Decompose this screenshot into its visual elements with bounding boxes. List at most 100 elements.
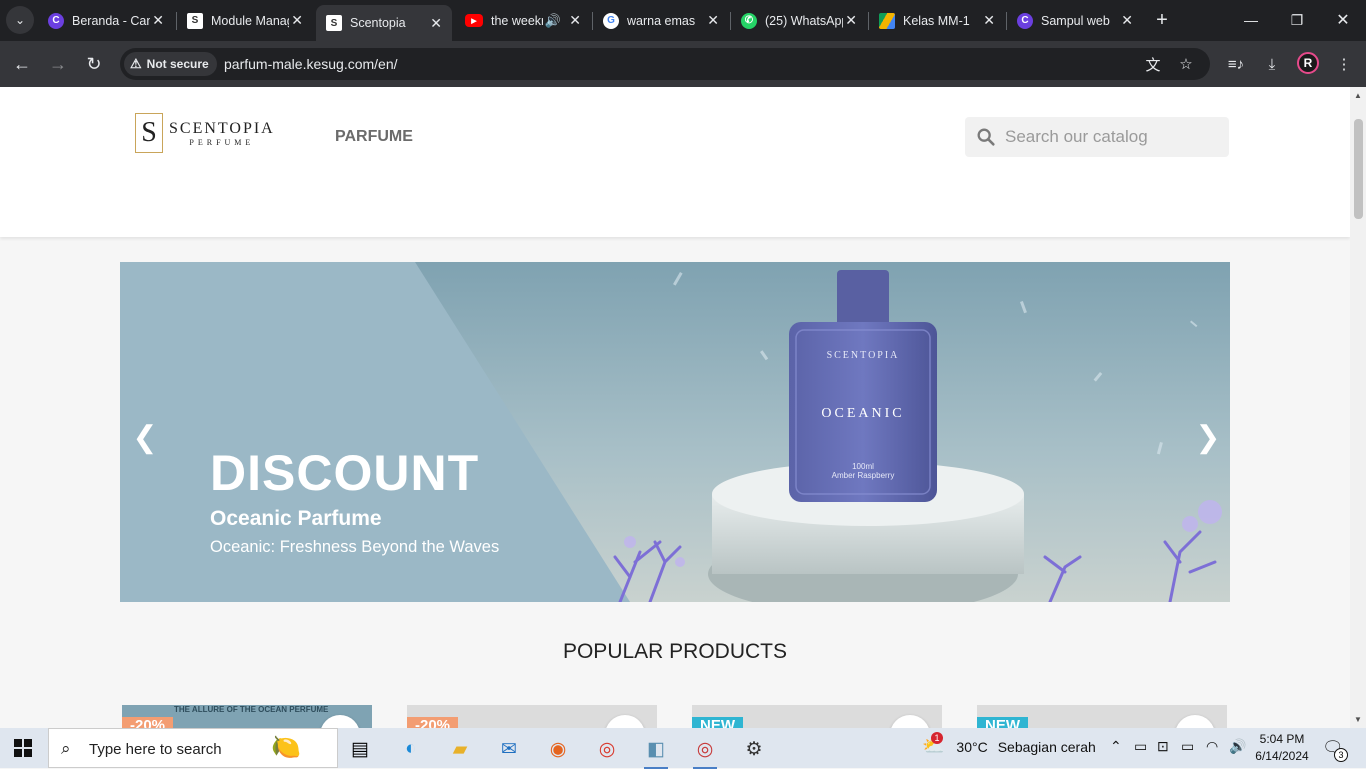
- close-icon[interactable]: ✕: [569, 12, 581, 29]
- close-icon[interactable]: ✕: [707, 12, 719, 29]
- system-clock[interactable]: 5:04 PM 6/14/2024: [1252, 731, 1312, 765]
- scroll-down-icon[interactable]: ▼: [1354, 715, 1362, 724]
- wishlist-button[interactable]: [890, 715, 930, 728]
- weather-widget[interactable]: ⛅ 1 30°C Sebagian cerah: [922, 732, 1096, 757]
- address-bar[interactable]: ⚠ Not secure parfum-male.kesug.com/en/ ⽂…: [120, 48, 1210, 80]
- speaker-icon[interactable]: 🔊: [545, 13, 561, 29]
- close-icon[interactable]: ✕: [291, 12, 303, 29]
- meet-now-icon[interactable]: ▭: [1134, 738, 1147, 755]
- url-text[interactable]: parfum-male.kesug.com/en/: [224, 56, 398, 72]
- close-icon[interactable]: ✕: [152, 12, 164, 29]
- close-icon[interactable]: ✕: [845, 12, 857, 29]
- scroll-thumb[interactable]: [1354, 119, 1363, 219]
- banner-subtitle: Oceanic Parfume: [210, 507, 382, 530]
- wishlist-button[interactable]: [605, 715, 645, 728]
- tab-google-drive[interactable]: Kelas MM-1 ✕: [869, 0, 1005, 41]
- task-view-icon[interactable]: ▤: [345, 734, 375, 764]
- google-icon: G: [603, 12, 619, 29]
- security-indicator[interactable]: ⚠ Not secure: [124, 52, 217, 76]
- window-close-icon[interactable]: ✕: [1331, 8, 1355, 32]
- forward-arrow-icon[interactable]: →: [45, 51, 71, 77]
- nav-link-parfume[interactable]: PARFUME: [335, 128, 413, 146]
- canva-icon: C: [1017, 12, 1033, 29]
- more-menu-icon[interactable]: ⋮: [1332, 52, 1356, 76]
- firefox-icon[interactable]: ◉: [543, 734, 573, 764]
- wifi-icon[interactable]: ◠: [1206, 738, 1218, 755]
- popular-products-heading: POPULAR PRODUCTS: [562, 640, 788, 663]
- app-icon[interactable]: ◧: [641, 734, 671, 769]
- tab-scentopia[interactable]: S Scentopia ✕: [316, 5, 452, 41]
- banner-prev-arrow-icon[interactable]: ❮: [130, 421, 160, 454]
- tab-module-manager[interactable]: S Module Manager ✕: [177, 0, 313, 41]
- restore-icon[interactable]: ❐: [1285, 8, 1309, 32]
- mail-icon[interactable]: ✉: [494, 734, 524, 764]
- weather-badge: 1: [931, 732, 943, 744]
- media-control-icon[interactable]: ≡♪: [1224, 52, 1248, 76]
- product-card[interactable]: NEW: [977, 705, 1227, 728]
- taskbar-search[interactable]: ⌕ Type here to search 🍋: [48, 728, 338, 768]
- weather-sun-icon: ⛅ 1: [922, 732, 945, 756]
- wishlist-button[interactable]: [320, 715, 360, 728]
- tab-youtube[interactable]: ▶ the weeknd 🔊 ✕: [455, 0, 591, 41]
- bottle-brand-text: SCENTOPIA: [827, 350, 900, 361]
- scentopia-favicon: S: [326, 15, 342, 31]
- tab-whatsapp[interactable]: ✆ (25) WhatsApp ✕: [731, 0, 867, 41]
- close-icon[interactable]: ✕: [1121, 12, 1133, 29]
- minimize-icon[interactable]: —: [1239, 8, 1263, 32]
- product-card[interactable]: THE ALLURE OF THE OCEAN PERFUME -20%: [122, 705, 372, 728]
- back-arrow-icon[interactable]: ←: [9, 51, 35, 77]
- product-card[interactable]: NEW: [692, 705, 942, 728]
- logo-mark: S: [135, 113, 163, 153]
- chrome-profile-icon[interactable]: ◎: [690, 734, 720, 769]
- browser-toolbar: ← → ↻ ⚠ Not secure parfum-male.kesug.com…: [0, 41, 1366, 87]
- wishlist-button[interactable]: [1175, 715, 1215, 728]
- tab-google[interactable]: G warna emas ✕: [593, 0, 729, 41]
- battery-icon[interactable]: ▭: [1181, 738, 1194, 755]
- settings-gear-icon[interactable]: ⚙: [739, 734, 769, 764]
- product-card[interactable]: -20%: [407, 705, 657, 728]
- download-icon[interactable]: ⤓: [1260, 52, 1284, 76]
- translate-icon[interactable]: ⽂: [1142, 53, 1164, 75]
- file-explorer-icon[interactable]: ▰: [445, 734, 475, 764]
- hero-banner[interactable]: SCENTOPIA OCEANIC 100ml Amber Raspberry …: [120, 262, 1230, 602]
- tab-sampul-web[interactable]: C Sampul web ✕: [1007, 0, 1143, 41]
- warning-triangle-icon: ⚠: [130, 56, 142, 71]
- lemon-icon: 🍋: [271, 734, 301, 761]
- product-caption: THE ALLURE OF THE OCEAN PERFUME: [174, 705, 329, 714]
- scroll-up-icon[interactable]: ▲: [1354, 91, 1362, 100]
- close-icon[interactable]: ✕: [430, 15, 442, 32]
- display-icon[interactable]: ⊡: [1157, 738, 1169, 755]
- tab-beranda-canva[interactable]: C Beranda - Canva ✕: [38, 0, 174, 41]
- banner-tagline: Oceanic: Freshness Beyond the Waves: [210, 538, 500, 556]
- windows-start-icon[interactable]: [14, 739, 32, 757]
- close-icon[interactable]: ✕: [983, 12, 995, 29]
- notification-count: 3: [1334, 748, 1348, 762]
- site-header: S SCENTOPIA PERFUME PARFUME: [0, 87, 1350, 237]
- logo-name: SCENTOPIA: [169, 119, 275, 137]
- chevron-up-icon[interactable]: ⌃: [1110, 738, 1122, 755]
- search-icon[interactable]: [975, 126, 997, 148]
- chrome-icon[interactable]: ◎: [592, 734, 622, 764]
- catalog-search: [965, 117, 1229, 157]
- google-drive-icon: [879, 12, 895, 29]
- new-badge: NEW: [977, 717, 1028, 728]
- bookmark-star-icon[interactable]: ☆: [1175, 53, 1197, 75]
- banner-title: DISCOUNT: [210, 445, 480, 501]
- bottle-scent-text: Amber Raspberry: [832, 471, 895, 480]
- volume-icon[interactable]: 🔊: [1229, 738, 1246, 755]
- profile-avatar[interactable]: R: [1297, 52, 1319, 74]
- banner-next-arrow-icon[interactable]: ❯: [1193, 421, 1223, 454]
- search-input[interactable]: [1005, 125, 1215, 149]
- page-scrollbar[interactable]: ▲ ▼: [1350, 87, 1366, 728]
- new-tab-button[interactable]: +: [1150, 8, 1174, 32]
- site-logo[interactable]: S SCENTOPIA PERFUME: [135, 113, 275, 153]
- tab-search-button[interactable]: ⌄: [6, 6, 34, 34]
- bottle-volume-text: 100ml: [852, 462, 874, 471]
- page-viewport: S SCENTOPIA PERFUME PARFUME Search our c…: [0, 87, 1350, 728]
- windows-taskbar: ⌕ Type here to search 🍋 ▤ ◐ ▰ ✉ ◉ ◎ ◧ ◎ …: [0, 728, 1366, 769]
- discount-badge: -20%: [407, 717, 459, 728]
- weather-description: Sebagian cerah: [997, 738, 1096, 755]
- reload-icon[interactable]: ↻: [81, 51, 107, 77]
- edge-icon[interactable]: ◐: [396, 734, 426, 764]
- canva-icon: C: [48, 12, 64, 29]
